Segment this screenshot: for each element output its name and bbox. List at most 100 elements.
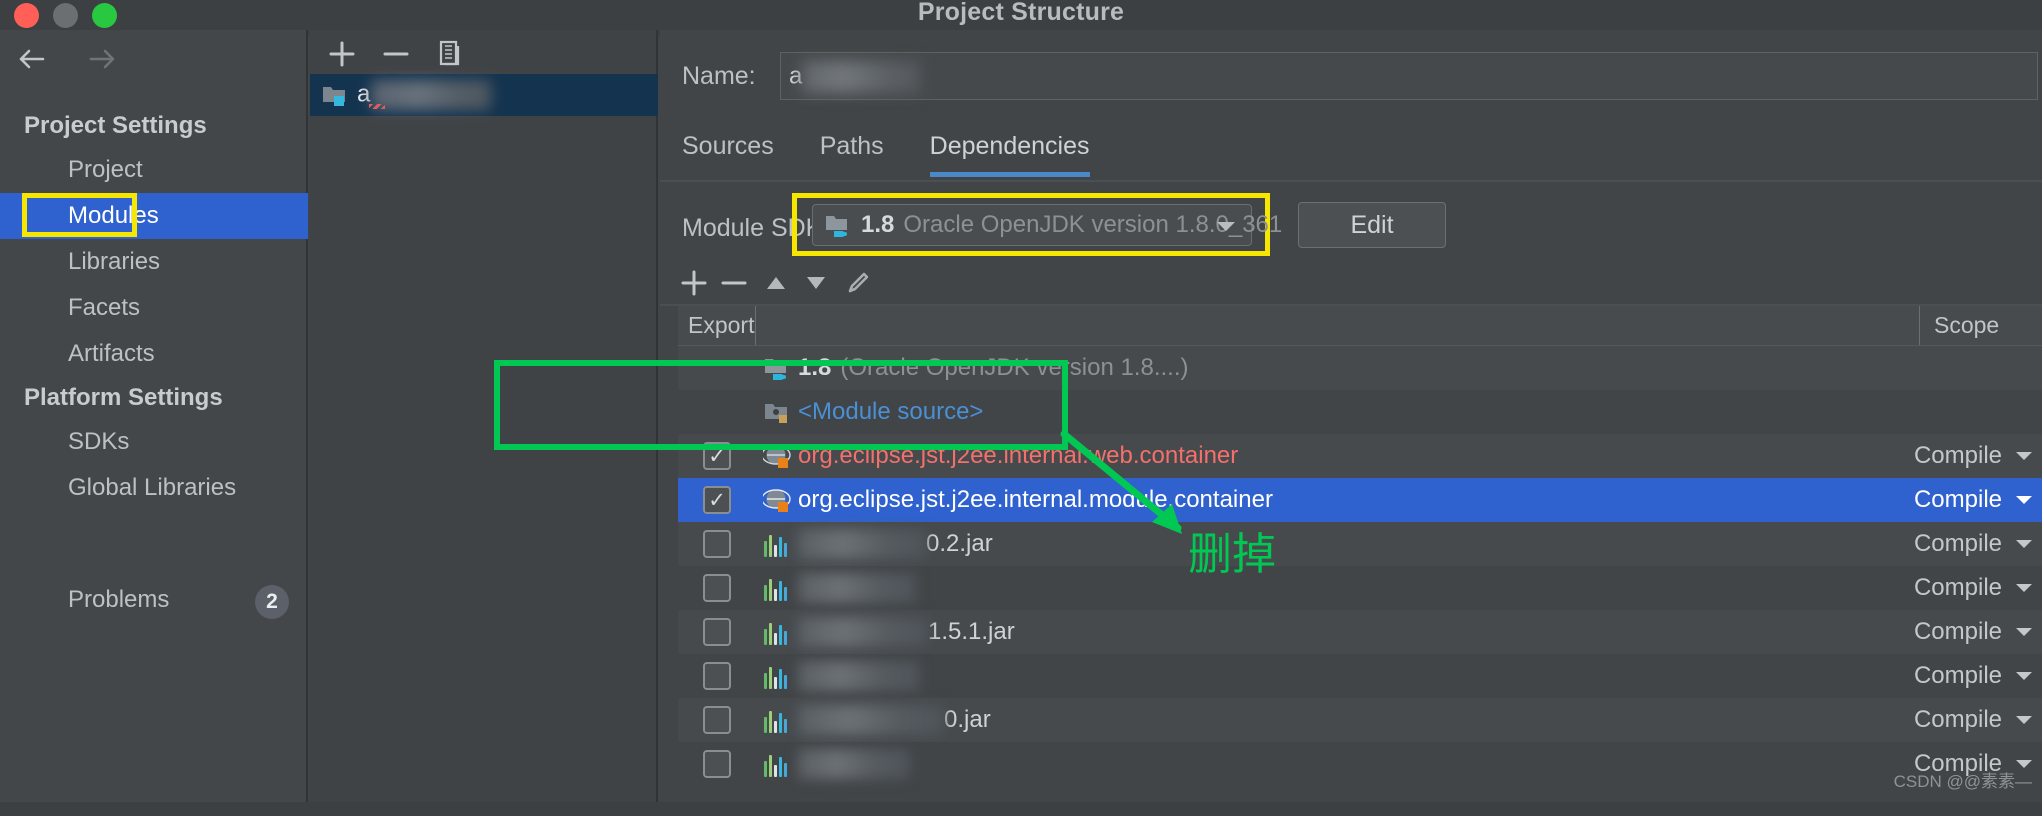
dependency-name <box>798 661 920 691</box>
column-header-scope[interactable]: Scope <box>1920 306 2042 345</box>
dependency-name: 0.2.jar <box>798 529 993 559</box>
table-row[interactable]: ✓ Compile <box>678 566 2042 610</box>
chevron-down-icon[interactable] <box>2016 540 2032 548</box>
edit-sdk-button[interactable]: Edit <box>1298 202 1446 248</box>
add-dependency-plus-icon[interactable] <box>674 264 714 302</box>
project-structure-window: Project Structure Project Settings Proje… <box>0 0 2042 816</box>
jar-icon <box>756 751 798 777</box>
settings-sidebar: Project Settings Project Modules Librari… <box>0 30 308 816</box>
column-header-export[interactable]: Export <box>678 306 756 345</box>
table-row[interactable]: 1.8 (Oracle OpenJDK version 1.8....) <box>678 346 2042 390</box>
sidebar-item-label: Modules <box>68 202 159 229</box>
sidebar-group-platform-settings: Platform Settings <box>24 384 223 411</box>
scope-value: Compile <box>1913 486 2002 513</box>
export-cell[interactable]: ✓ <box>678 750 756 778</box>
module-sdk-row: Module SDK 1.8 Oracle OpenJDK version 1.… <box>660 190 2042 264</box>
table-row[interactable]: ✓ 0.2.jar Compile <box>678 522 2042 566</box>
scope-cell[interactable]: Compile <box>1914 478 2032 522</box>
pencil-edit-icon[interactable] <box>838 264 878 302</box>
sidebar-item-label: Global Libraries <box>68 474 237 501</box>
export-checkbox[interactable]: ✓ <box>703 574 731 602</box>
scope-cell[interactable]: Compile <box>1914 698 2032 742</box>
chevron-down-icon[interactable] <box>2016 452 2032 460</box>
sidebar-item-modules[interactable]: Modules <box>0 193 308 239</box>
sidebar-item-project[interactable]: Project <box>0 147 308 193</box>
remove-dependency-minus-icon[interactable] <box>714 264 754 302</box>
scope-cell[interactable]: Compile <box>1914 566 2032 610</box>
export-cell[interactable]: ✓ <box>678 662 756 690</box>
sidebar-item-label: Facets <box>68 294 141 321</box>
module-sdk-select[interactable]: 1.8 Oracle OpenJDK version 1.8.0_361 <box>812 204 1282 246</box>
export-checkbox[interactable]: ✓ <box>703 706 731 734</box>
dependency-name: 0.jar <box>798 705 991 735</box>
table-row[interactable]: ✓ 1.5.1.jar Compile <box>678 610 2042 654</box>
table-row[interactable]: ✓ org.eclipse.jst.j2ee.internal.module.c… <box>678 478 2042 522</box>
export-checkbox[interactable]: ✓ <box>703 662 731 690</box>
table-row[interactable]: ✓ 0.jar Compile <box>678 698 2042 742</box>
export-cell[interactable]: ✓ <box>678 574 756 602</box>
chevron-down-icon[interactable] <box>2016 584 2032 592</box>
chevron-down-icon[interactable] <box>2016 672 2032 680</box>
move-up-arrow-icon[interactable] <box>756 264 796 302</box>
dependencies-table-header: Export Scope <box>678 306 2042 346</box>
export-cell[interactable]: ✓ <box>678 706 756 734</box>
export-checkbox[interactable]: ✓ <box>703 530 731 558</box>
jar-suffix: 0.2.jar <box>926 530 993 557</box>
export-checkbox[interactable]: ✓ <box>703 486 731 514</box>
chevron-down-icon[interactable] <box>2016 496 2032 504</box>
scope-value: Compile <box>1913 706 2002 733</box>
module-list-selected-row[interactable]: a <box>310 74 658 116</box>
jar-icon <box>756 707 798 733</box>
name-text: a <box>789 62 803 90</box>
module-name: a <box>357 80 492 110</box>
table-row[interactable]: ✓ Compile <box>678 654 2042 698</box>
table-row[interactable]: ✓ Compile <box>678 742 2042 786</box>
copy-module-icon[interactable] <box>432 36 468 72</box>
sidebar-item-sdks[interactable]: SDKs <box>0 419 308 465</box>
table-row[interactable]: ✓ org.eclipse.jst.j2ee.internal.web.cont… <box>678 434 2042 478</box>
bottom-strip <box>0 802 2042 816</box>
export-cell[interactable]: ✓ <box>678 442 756 470</box>
remove-module-minus-icon[interactable] <box>378 36 414 72</box>
move-down-arrow-icon[interactable] <box>796 264 836 302</box>
library-globe-icon <box>756 486 798 514</box>
arrow-left-icon[interactable] <box>14 42 48 76</box>
redacted-module-name <box>371 80 492 110</box>
dependency-name: <Module source> <box>798 398 984 425</box>
chevron-down-icon[interactable] <box>2016 716 2032 724</box>
sidebar-item-problems[interactable]: Problems 2 <box>0 580 308 626</box>
name-input[interactable]: a <box>780 52 2038 100</box>
jdk-folder-icon <box>825 213 852 237</box>
redacted-jar-name <box>798 749 910 779</box>
watermark-text: CSDN @@素素— <box>1893 772 2032 791</box>
table-row[interactable]: <Module source> <box>678 390 2042 434</box>
tab-dependencies[interactable]: Dependencies <box>929 130 1090 177</box>
redacted-jar-name <box>798 705 944 735</box>
dependency-label: (Oracle OpenJDK version 1.8....) <box>840 354 1189 381</box>
arrow-right-icon[interactable] <box>86 42 120 76</box>
scope-value: Compile <box>1913 530 2002 557</box>
add-module-plus-icon[interactable] <box>324 36 360 72</box>
dependency-version: 1.8 <box>798 354 832 381</box>
chevron-down-icon[interactable] <box>2016 628 2032 636</box>
export-checkbox[interactable]: ✓ <box>703 442 731 470</box>
scope-cell[interactable]: Compile <box>1914 610 2032 654</box>
column-header-name[interactable] <box>756 306 1920 345</box>
export-cell[interactable]: ✓ <box>678 486 756 514</box>
tab-paths[interactable]: Paths <box>820 130 884 177</box>
sidebar-item-facets[interactable]: Facets <box>0 285 308 331</box>
sidebar-item-global-libraries[interactable]: Global Libraries <box>0 465 308 511</box>
scope-cell[interactable]: Compile <box>1914 434 2032 478</box>
chevron-down-icon[interactable] <box>1217 222 1235 231</box>
sidebar-item-artifacts[interactable]: Artifacts <box>0 331 308 377</box>
scope-cell[interactable]: Compile <box>1914 654 2032 698</box>
export-checkbox[interactable]: ✓ <box>703 750 731 778</box>
export-cell[interactable]: ✓ <box>678 618 756 646</box>
tab-sources[interactable]: Sources <box>682 130 774 177</box>
export-cell[interactable]: ✓ <box>678 530 756 558</box>
settings-nav-list: Project Settings Project Modules Librari… <box>0 105 308 511</box>
dependencies-pane: Name: a Sources Paths Dependencies Modul… <box>660 30 2042 816</box>
scope-cell[interactable]: Compile <box>1914 522 2032 566</box>
export-checkbox[interactable]: ✓ <box>703 618 731 646</box>
sidebar-item-libraries[interactable]: Libraries <box>0 239 308 285</box>
